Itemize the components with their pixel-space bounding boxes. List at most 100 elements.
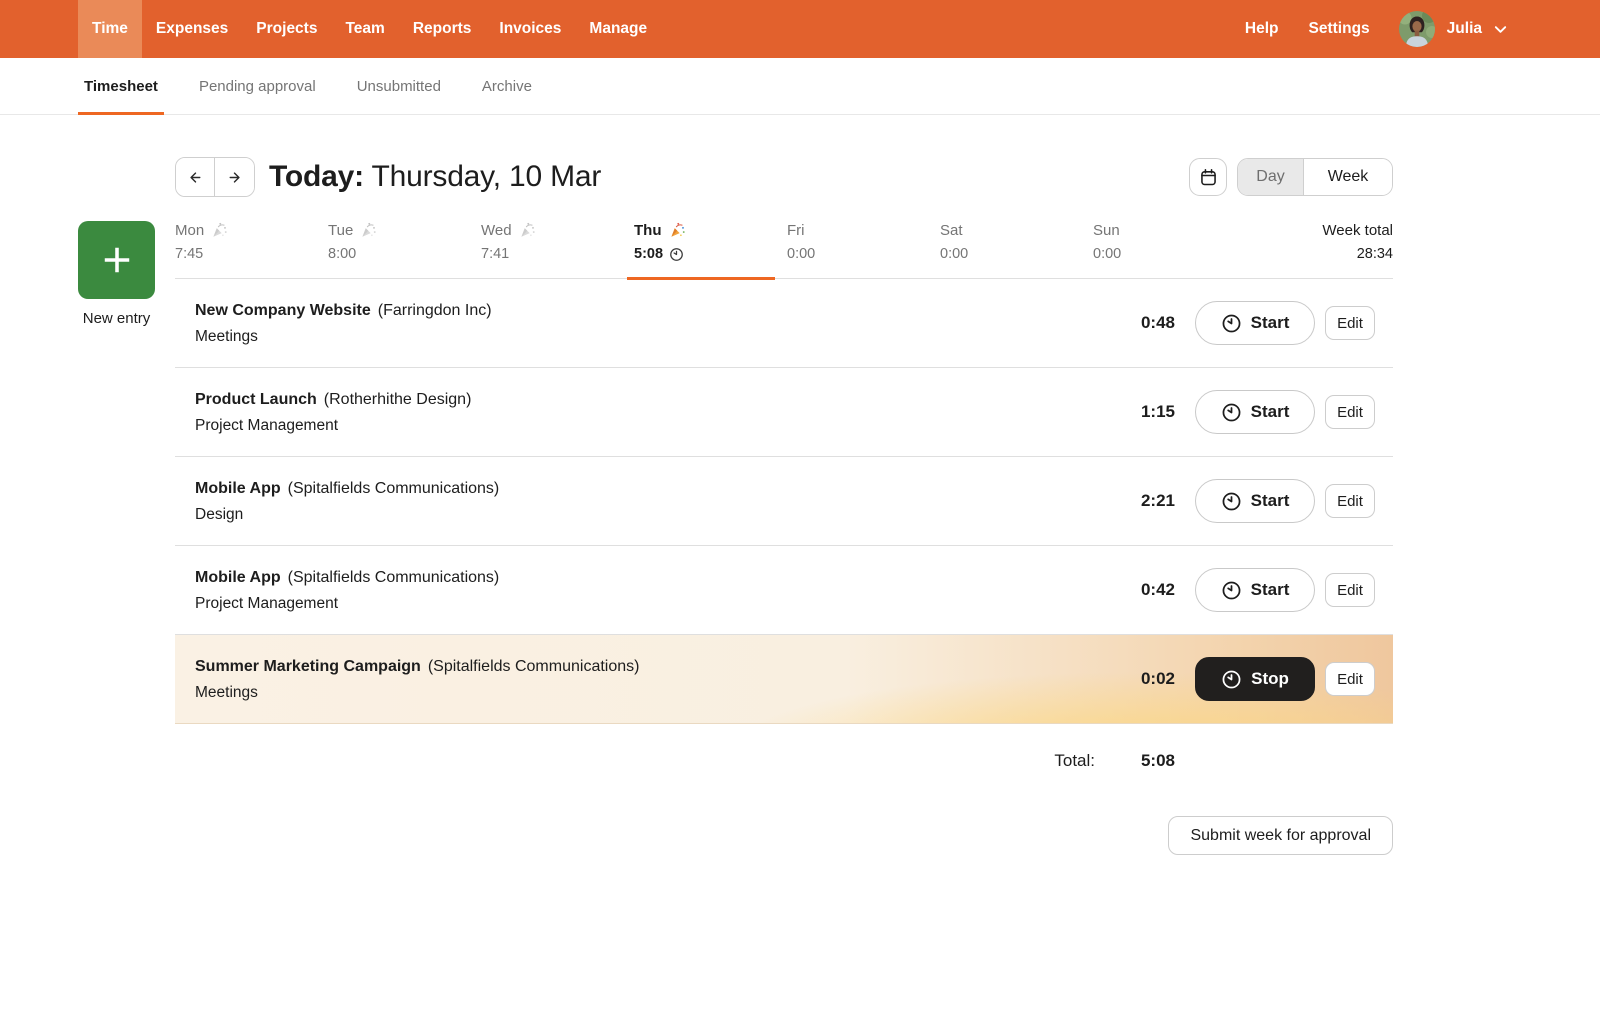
primary-nav: Time Expenses Projects Team Reports Invoices M… <box>78 0 661 58</box>
previous-day-button[interactable] <box>176 158 215 196</box>
day-name: Thu <box>634 221 787 240</box>
help-link[interactable]: Help <box>1230 20 1294 38</box>
settings-link[interactable]: Settings <box>1294 20 1385 38</box>
nav-item-manage[interactable]: Manage <box>575 0 661 58</box>
avatar[interactable] <box>1398 11 1435 47</box>
page-title: Today: Thursday, 10 Mar <box>269 160 601 194</box>
entry-info: New Company Website (Farringdon Inc) Meet… <box>195 301 1115 346</box>
entry-info: Product Launch (Rotherhithe Design) Proje… <box>195 390 1115 435</box>
start-timer-button[interactable]: Start <box>1195 301 1315 345</box>
timer-button-label: Stop <box>1251 669 1289 688</box>
start-timer-button[interactable]: Start <box>1195 390 1315 434</box>
date-label: Thursday, 10 Mar <box>371 160 602 193</box>
main-content: Today: Thursday, 10 Mar Day Week New ent… <box>0 155 1600 855</box>
view-controls: Day Week <box>1189 158 1393 196</box>
clock-icon <box>1221 580 1242 601</box>
secondary-nav: Timesheet Pending approval Unsubmitted Arch… <box>0 58 1600 115</box>
entry-project: Product Launch <box>195 390 317 408</box>
nav-item-invoices[interactable]: Invoices <box>485 0 575 58</box>
edit-entry-button[interactable]: Edit <box>1325 662 1375 696</box>
nav-item-projects[interactable]: Projects <box>242 0 331 58</box>
new-entry-button[interactable] <box>78 221 155 299</box>
day-view-button[interactable]: Day <box>1238 159 1304 195</box>
day-total: Total: 5:08 <box>175 724 1393 771</box>
day-name: Wed <box>481 221 634 240</box>
timer-button-label: Start <box>1250 313 1290 332</box>
timesheet-row: Product Launch (Rotherhithe Design) Proje… <box>175 368 1393 457</box>
day-total-time: 5:08 <box>634 245 787 263</box>
entry-time: 1:15 <box>1140 402 1175 421</box>
calendar-button[interactable] <box>1189 158 1227 196</box>
edit-entry-button[interactable]: Edit <box>1325 395 1375 429</box>
week-total-value: 28:34 <box>1356 246 1393 262</box>
week-total: Week total 28:34 <box>1246 221 1393 263</box>
edit-entry-button[interactable]: Edit <box>1325 573 1375 607</box>
left-rail: New entry <box>78 221 175 855</box>
entry-client: (Spitalfields Communications) <box>287 568 500 586</box>
timesheet-row: Mobile App (Spitalfields Communications) … <box>175 546 1393 635</box>
party-popper-icon <box>519 222 536 239</box>
day-total-time: 0:00 <box>787 246 816 262</box>
day-column-fri[interactable]: Fri 0:00 <box>787 221 940 263</box>
start-timer-button[interactable]: Start <box>1195 479 1315 523</box>
entry-task: Meetings <box>195 683 258 701</box>
timer-button-label: Start <box>1250 580 1290 599</box>
clock-icon <box>1221 491 1242 512</box>
calendar-icon <box>1198 167 1219 188</box>
top-nav: Time Expenses Projects Team Reports Invoices M… <box>0 0 1600 58</box>
nav-item-time[interactable]: Time <box>78 0 142 58</box>
day-total-time: 0:00 <box>940 246 969 262</box>
tab-unsubmitted[interactable]: Unsubmitted <box>351 58 447 114</box>
entry-time: 0:42 <box>1140 580 1175 599</box>
day-column-wed[interactable]: Wed 7:41 <box>481 221 634 263</box>
submit-week-button[interactable]: Submit week for approval <box>1168 816 1393 855</box>
day-name: Fri <box>787 222 805 239</box>
submit-row: Submit week for approval <box>175 816 1393 855</box>
entry-client: (Spitalfields Communications) <box>427 657 640 675</box>
clock-icon <box>1221 313 1242 334</box>
edit-entry-button[interactable]: Edit <box>1325 306 1375 340</box>
day-column-sat[interactable]: Sat 0:00 <box>940 221 1093 263</box>
timer-button-label: Start <box>1250 402 1290 421</box>
day-name: Mon <box>175 221 328 240</box>
entry-info: Summer Marketing Campaign (Spitalfields C… <box>195 657 1115 702</box>
timesheet-row: Mobile App (Spitalfields Communications) … <box>175 457 1393 546</box>
entry-task: Project Management <box>195 416 339 434</box>
nav-item-expenses[interactable]: Expenses <box>142 0 242 58</box>
nav-item-reports[interactable]: Reports <box>399 0 486 58</box>
entry-task: Meetings <box>195 327 258 345</box>
new-entry-label: New entry <box>82 310 151 327</box>
party-popper-icon <box>360 222 377 239</box>
nav-item-team[interactable]: Team <box>331 0 398 58</box>
entry-time: 0:02 <box>1140 669 1175 688</box>
tab-timesheet[interactable]: Timesheet <box>78 58 164 115</box>
week-total-label: Week total <box>1322 222 1393 239</box>
entry-client: (Rotherhithe Design) <box>323 390 472 408</box>
week-view-button[interactable]: Week <box>1304 159 1392 195</box>
start-timer-button[interactable]: Start <box>1195 568 1315 612</box>
clock-icon <box>669 247 684 262</box>
day-column-mon[interactable]: Mon 7:45 <box>175 221 328 263</box>
entry-info: Mobile App (Spitalfields Communications) … <box>195 479 1115 524</box>
day-name: Sat <box>940 222 963 239</box>
tab-archive[interactable]: Archive <box>476 58 538 114</box>
tab-pending-approval[interactable]: Pending approval <box>193 58 322 114</box>
day-column-thu[interactable]: Thu 5:08 <box>634 221 787 263</box>
stop-timer-button[interactable]: Stop <box>1195 657 1315 701</box>
day-column-tue[interactable]: Tue 8:00 <box>328 221 481 263</box>
date-pager <box>175 157 255 197</box>
user-menu[interactable]: Julia <box>1447 20 1508 38</box>
edit-entry-button[interactable]: Edit <box>1325 484 1375 518</box>
arrow-left-icon <box>187 169 204 186</box>
entry-project: Mobile App <box>195 568 281 586</box>
party-popper-icon <box>211 222 228 239</box>
day-name: Tue <box>328 221 481 240</box>
party-popper-icon <box>669 222 686 239</box>
day-total-time: 7:45 <box>175 246 204 262</box>
user-name: Julia <box>1446 20 1482 37</box>
entry-time: 0:48 <box>1140 313 1175 332</box>
clock-icon <box>1221 402 1242 423</box>
day-column-sun[interactable]: Sun 0:00 <box>1093 221 1246 263</box>
arrow-right-icon <box>226 169 243 186</box>
next-day-button[interactable] <box>215 158 254 196</box>
